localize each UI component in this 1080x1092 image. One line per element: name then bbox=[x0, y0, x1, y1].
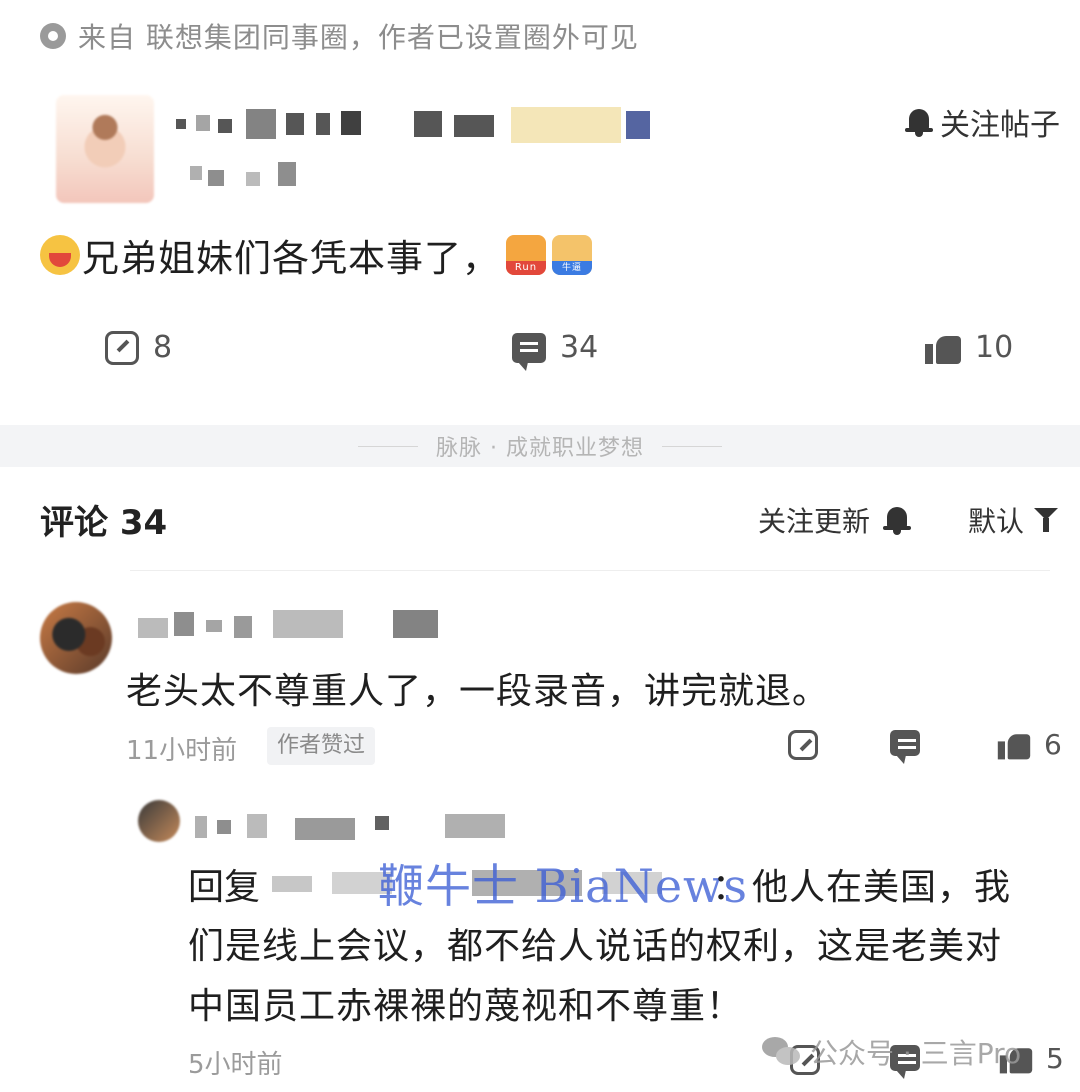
brand-divider: 脉脉 · 成就职业梦想 bbox=[0, 425, 1080, 467]
comment-icon bbox=[512, 332, 546, 371]
follow-updates-button[interactable]: 关注更新 bbox=[758, 500, 912, 540]
reply-text-line: 他人在美国，我 bbox=[752, 867, 1012, 908]
replier-avatar[interactable] bbox=[138, 800, 180, 842]
source-line: 来自 联想集团同事圈，作者已设置圈外可见 bbox=[40, 16, 639, 56]
like-button[interactable]: 10 bbox=[925, 330, 1013, 365]
like-count: 10 bbox=[975, 330, 1014, 365]
niu-sticker-icon bbox=[552, 235, 592, 275]
author-name-mosaic bbox=[176, 105, 676, 145]
comment-time: 11小时前 bbox=[126, 736, 238, 766]
commenter-avatar[interactable] bbox=[40, 602, 112, 674]
comment-share-button[interactable] bbox=[788, 730, 818, 760]
follow-post-button[interactable]: 关注帖子 bbox=[904, 100, 1060, 144]
post-body: 兄弟姐妹们各凭本事了， bbox=[40, 228, 592, 282]
run-sticker-icon bbox=[506, 235, 546, 275]
comment-like-count: 6 bbox=[1044, 728, 1062, 761]
divider bbox=[130, 570, 1050, 571]
reply-prefix: 回复 bbox=[188, 867, 261, 908]
reply-text-line: 中国员工赤裸裸的蔑视和不尊重！ bbox=[188, 986, 744, 1027]
post-text: 兄弟姐妹们各凭本事了， bbox=[82, 237, 500, 280]
share-count: 8 bbox=[153, 330, 173, 365]
author-subtitle-mosaic bbox=[190, 160, 310, 190]
filter-icon bbox=[1034, 508, 1060, 532]
bell-icon bbox=[882, 505, 912, 535]
like-icon bbox=[925, 332, 961, 364]
reply-like-count: 5 bbox=[1046, 1042, 1064, 1075]
author-liked-badge: 作者赞过 bbox=[267, 727, 376, 765]
comment-text: 老头太不尊重人了，一段录音，讲完就退。 bbox=[126, 671, 830, 712]
follow-post-label: 关注帖子 bbox=[940, 108, 1060, 143]
comment-count: 34 bbox=[560, 330, 599, 365]
reply-colon: ： bbox=[712, 867, 749, 908]
account-watermark-text: 公众号 · 三言Pro bbox=[810, 1037, 1022, 1070]
commenter-name-mosaic bbox=[138, 608, 448, 640]
comment-button[interactable]: 34 bbox=[512, 330, 599, 371]
comment-like-button[interactable]: 6 bbox=[996, 728, 1062, 761]
like-icon bbox=[997, 730, 1031, 759]
share-icon bbox=[788, 730, 818, 760]
wechat-icon bbox=[762, 1037, 802, 1067]
source-text: 来自 联想集团同事圈，作者已设置圈外可见 bbox=[78, 21, 639, 54]
reply-text-line: 们是线上会议，都不给人说话的权利，这是老美对 bbox=[188, 926, 1003, 967]
replier-name-mosaic bbox=[195, 810, 515, 840]
comments-title: 评论 34 bbox=[40, 503, 168, 543]
author-avatar[interactable] bbox=[56, 95, 154, 203]
share-button[interactable]: 8 bbox=[105, 330, 172, 365]
account-watermark: 公众号 · 三言Pro bbox=[762, 1032, 1021, 1072]
site-watermark: 鞭牛士 BiaNews bbox=[378, 859, 749, 913]
bell-icon bbox=[904, 107, 934, 137]
reply-time: 5小时前 bbox=[188, 1050, 283, 1080]
sort-label: 默认 bbox=[968, 505, 1025, 538]
follow-updates-label: 关注更新 bbox=[758, 505, 871, 538]
source-dot-icon bbox=[40, 23, 66, 49]
sort-button[interactable]: 默认 bbox=[968, 500, 1060, 540]
share-icon bbox=[105, 330, 139, 365]
comment-reply-button[interactable] bbox=[890, 730, 920, 764]
comment-icon bbox=[890, 730, 920, 764]
divider-text: 脉脉 · 成就职业梦想 bbox=[436, 436, 644, 461]
grin-emoji-icon bbox=[40, 235, 80, 275]
